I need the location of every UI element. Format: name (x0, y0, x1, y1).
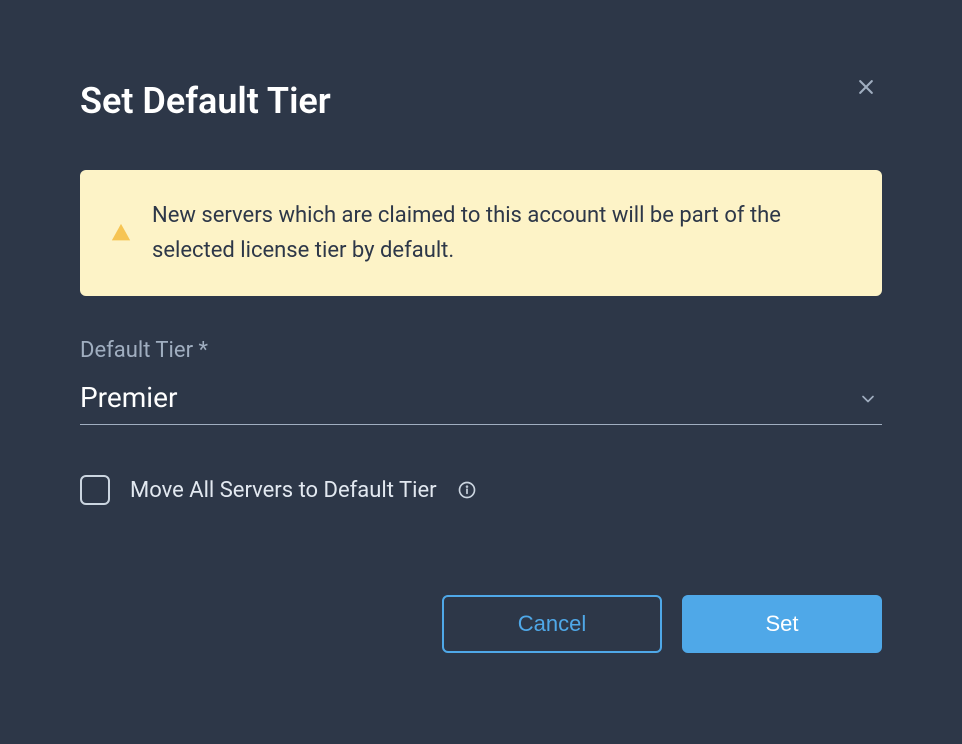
chevron-down-icon (858, 389, 878, 413)
select-value: Premier (80, 381, 882, 414)
default-tier-label: Default Tier * (80, 338, 882, 363)
dialog-actions: Cancel Set (80, 595, 882, 653)
dialog-title: Set Default Tier (80, 80, 882, 122)
cancel-button[interactable]: Cancel (442, 595, 662, 653)
default-tier-select[interactable]: Premier (80, 381, 882, 425)
close-icon (856, 77, 876, 100)
move-servers-label: Move All Servers to Default Tier (130, 478, 437, 503)
alert-text: New servers which are claimed to this ac… (152, 198, 852, 268)
alert-banner: New servers which are claimed to this ac… (80, 170, 882, 296)
warning-icon (110, 222, 132, 244)
move-servers-checkbox[interactable] (80, 475, 110, 505)
set-button[interactable]: Set (682, 595, 882, 653)
move-servers-row: Move All Servers to Default Tier (80, 475, 882, 505)
close-button[interactable] (850, 72, 882, 104)
set-default-tier-dialog: Set Default Tier New servers which are c… (0, 0, 962, 733)
info-icon[interactable] (457, 480, 477, 500)
